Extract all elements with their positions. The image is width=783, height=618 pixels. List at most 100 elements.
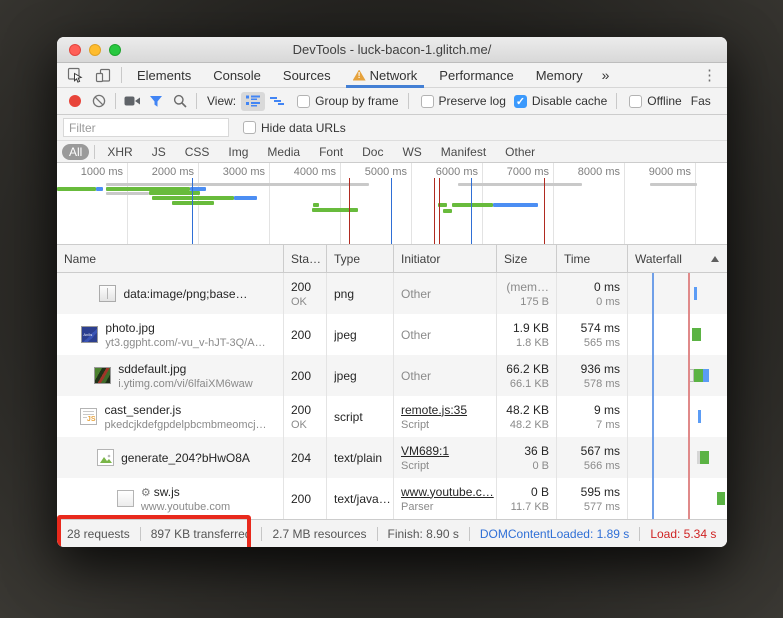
more-tabs-chevron-icon[interactable]: » bbox=[594, 67, 618, 83]
resource-type-filters: All XHR JS CSS Img Media Font Doc WS Man… bbox=[57, 141, 727, 163]
tab-console[interactable]: Console bbox=[202, 63, 272, 88]
capture-screenshots-icon[interactable] bbox=[120, 90, 144, 112]
record-button[interactable] bbox=[63, 90, 87, 112]
waterfall-cell[interactable] bbox=[628, 355, 727, 396]
offline-label[interactable]: Offline bbox=[647, 94, 681, 108]
overview-request-bar bbox=[493, 203, 538, 207]
timeline-gridline bbox=[127, 163, 128, 244]
inspect-element-icon[interactable] bbox=[61, 63, 89, 87]
type-filter-js[interactable]: JS bbox=[145, 144, 173, 160]
type-filter-media[interactable]: Media bbox=[260, 144, 307, 160]
type-filter-doc[interactable]: Doc bbox=[355, 144, 390, 160]
preserve-log-checkbox[interactable] bbox=[421, 95, 434, 108]
divider bbox=[616, 93, 617, 109]
column-header-time[interactable]: Time bbox=[557, 245, 628, 272]
type-filter-manifest[interactable]: Manifest bbox=[434, 144, 493, 160]
domcontentloaded-marker bbox=[652, 437, 654, 478]
hide-data-urls-label[interactable]: Hide data URLs bbox=[261, 121, 346, 135]
sort-ascending-icon bbox=[711, 256, 719, 262]
domcontentloaded-marker bbox=[391, 178, 392, 244]
waterfall-bar bbox=[698, 410, 701, 423]
timeline-gridline bbox=[411, 163, 412, 244]
divider bbox=[94, 145, 95, 159]
waterfall-cell[interactable] bbox=[628, 273, 727, 314]
group-by-frame-label[interactable]: Group by frame bbox=[315, 94, 398, 108]
show-overview-toggle[interactable] bbox=[265, 92, 289, 111]
requests-table-header: Name Sta… Type Initiator Size Time Water… bbox=[57, 245, 727, 273]
waterfall-cell[interactable] bbox=[628, 478, 727, 519]
device-toolbar-icon[interactable] bbox=[89, 63, 117, 87]
type-filter-all[interactable]: All bbox=[62, 144, 89, 160]
initiator-link[interactable]: VM689:1 bbox=[401, 444, 496, 458]
type-filter-font[interactable]: Font bbox=[312, 144, 350, 160]
search-icon[interactable] bbox=[168, 90, 192, 112]
waterfall-bar bbox=[694, 369, 703, 382]
network-overview-timeline[interactable]: 1000 ms2000 ms3000 ms4000 ms5000 ms6000 … bbox=[57, 163, 727, 245]
column-header-size[interactable]: Size bbox=[497, 245, 557, 272]
broken-image-icon bbox=[97, 449, 114, 466]
column-header-waterfall[interactable]: Waterfall bbox=[628, 245, 727, 272]
type-filter-css[interactable]: CSS bbox=[178, 144, 217, 160]
initiator-link[interactable]: remote.js:35 bbox=[401, 403, 496, 417]
throttling-dropdown[interactable]: Fas bbox=[691, 94, 711, 108]
request-row-cast-sender-js[interactable]: JS cast_sender.jspkedcjkdefgpdelpbcmbmeo… bbox=[57, 396, 727, 437]
domcontentloaded-marker bbox=[652, 396, 654, 437]
type-filter-xhr[interactable]: XHR bbox=[100, 144, 139, 160]
image-thumbnail-icon bbox=[81, 326, 98, 343]
filter-funnel-icon[interactable] bbox=[144, 90, 168, 112]
divider bbox=[408, 93, 409, 109]
timeline-tick-label: 8000 ms bbox=[578, 166, 624, 178]
domcontentloaded-marker bbox=[192, 178, 193, 244]
tab-elements[interactable]: Elements bbox=[126, 63, 202, 88]
tab-memory[interactable]: Memory bbox=[525, 63, 594, 88]
disable-cache-label[interactable]: Disable cache bbox=[532, 94, 607, 108]
type-filter-img[interactable]: Img bbox=[221, 144, 255, 160]
large-request-rows-toggle[interactable] bbox=[241, 92, 265, 111]
request-row-generate-204[interactable]: generate_204?bHwO8A 204 text/plain VM689… bbox=[57, 437, 727, 478]
filter-input[interactable] bbox=[63, 118, 229, 137]
load-event-marker bbox=[434, 178, 435, 244]
request-row-data-image[interactable]: data:image/png;base… 200OK png Other (me… bbox=[57, 273, 727, 314]
titlebar[interactable]: DevTools - luck-bacon-1.glitch.me/ bbox=[57, 37, 727, 63]
overview-request-bar bbox=[452, 203, 493, 207]
column-header-type[interactable]: Type bbox=[327, 245, 394, 272]
type-filter-ws[interactable]: WS bbox=[395, 144, 428, 160]
requests-count: 28 requests bbox=[57, 527, 140, 541]
waterfall-cell[interactable] bbox=[628, 437, 727, 478]
tab-network[interactable]: Network bbox=[342, 63, 429, 88]
request-row-photo-jpg[interactable]: photo.jpgyt3.ggpht.com/-vu_v-hJT-3Q/A… 2… bbox=[57, 314, 727, 355]
request-row-sddefault-jpg[interactable]: sddefault.jpgi.ytimg.com/vi/6lfaiXM6waw … bbox=[57, 355, 727, 396]
finish-time: Finish: 8.90 s bbox=[378, 527, 469, 541]
load-event-marker bbox=[544, 178, 545, 244]
document-file-icon bbox=[117, 490, 134, 507]
tab-performance[interactable]: Performance bbox=[428, 63, 524, 88]
script-file-icon: JS bbox=[80, 408, 97, 425]
hide-data-urls-checkbox[interactable] bbox=[243, 121, 256, 134]
waterfall-cell[interactable] bbox=[628, 314, 727, 355]
initiator-link[interactable]: www.youtube.c… bbox=[401, 485, 496, 499]
overview-request-bar bbox=[234, 196, 257, 200]
preserve-log-label[interactable]: Preserve log bbox=[439, 94, 506, 108]
type-filter-other[interactable]: Other bbox=[498, 144, 542, 160]
offline-checkbox[interactable] bbox=[629, 95, 642, 108]
overview-request-bar bbox=[106, 183, 369, 186]
overview-request-bar bbox=[313, 203, 319, 207]
view-label: View: bbox=[207, 94, 236, 108]
request-row-sw-js[interactable]: ⚙sw.jswww.youtube.com 200 text/java… www… bbox=[57, 478, 727, 519]
divider bbox=[196, 93, 197, 109]
column-header-name[interactable]: Name bbox=[57, 245, 284, 272]
clear-button[interactable] bbox=[87, 90, 111, 112]
overview-request-bar bbox=[443, 209, 452, 213]
resources-size: 2.7 MB resources bbox=[262, 527, 376, 541]
group-by-frame-checkbox[interactable] bbox=[297, 95, 310, 108]
disable-cache-checkbox[interactable] bbox=[514, 95, 527, 108]
waterfall-cell[interactable] bbox=[628, 396, 727, 437]
column-header-initiator[interactable]: Initiator bbox=[394, 245, 497, 272]
timeline-tick-label: 4000 ms bbox=[294, 166, 340, 178]
column-header-status[interactable]: Sta… bbox=[284, 245, 327, 272]
timeline-gridline bbox=[624, 163, 625, 244]
devtools-menu-icon[interactable]: ⋮ bbox=[702, 68, 717, 83]
domcontentloaded-marker bbox=[652, 355, 654, 396]
tab-sources[interactable]: Sources bbox=[272, 63, 342, 88]
timeline-tick-label: 5000 ms bbox=[365, 166, 411, 178]
